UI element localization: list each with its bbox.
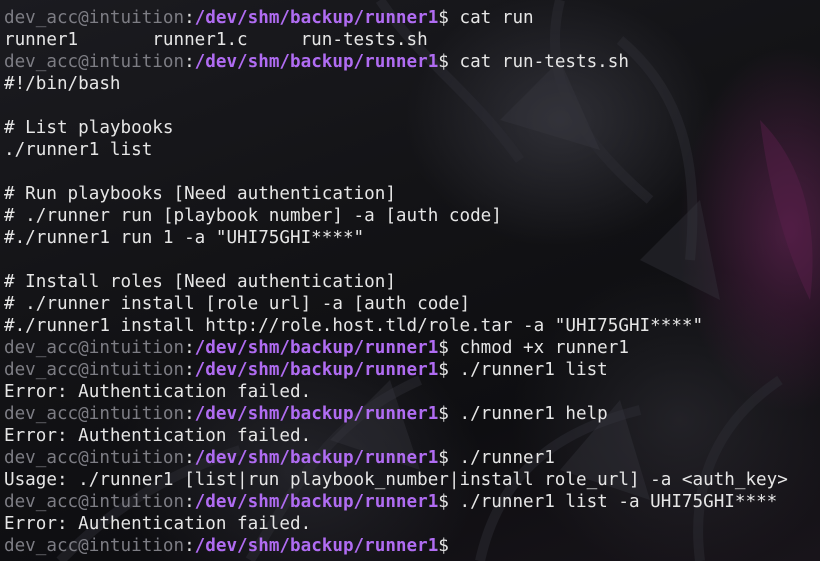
prompt-separator: : <box>184 448 195 468</box>
prompt-separator: : <box>184 52 195 72</box>
output-line: # Run playbooks [Need authentication] <box>4 183 788 205</box>
output-text: #./runner1 run 1 -a "UHI75GHI****" <box>4 228 365 248</box>
prompt-user-host: dev_acc@intuition <box>4 448 185 468</box>
prompt-symbol: $ <box>438 52 460 72</box>
output-line: Error: Authentication failed. <box>4 425 788 447</box>
command-text: ./runner1 <box>459 448 555 468</box>
terminal-window[interactable]: dev_acc@intuition:/dev/shm/backup/runner… <box>0 0 820 561</box>
prompt-symbol: $ <box>438 404 460 424</box>
output-line: # ./runner run [playbook number] -a [aut… <box>4 205 788 227</box>
output-text: runner1 runner1.c run-tests.sh <box>4 30 428 50</box>
command-text: cat run-tests.sh <box>459 52 629 72</box>
output-text: # Run playbooks [Need authentication] <box>4 184 396 204</box>
prompt-user-host: dev_acc@intuition <box>4 8 185 28</box>
output-text: #./runner1 install http://role.host.tld/… <box>4 316 704 336</box>
output-line: Error: Authentication failed. <box>4 381 788 403</box>
command-text: ./runner1 list <box>459 360 608 380</box>
prompt-path: /dev/shm/backup/runner1 <box>194 404 439 424</box>
prompt-user-host: dev_acc@intuition <box>4 52 185 72</box>
prompt-line: dev_acc@intuition:/dev/shm/backup/runner… <box>4 7 788 29</box>
prompt-line: dev_acc@intuition:/dev/shm/backup/runner… <box>4 359 788 381</box>
output-text: Error: Authentication failed. <box>4 514 312 534</box>
output-line: runner1 runner1.c run-tests.sh <box>4 29 788 51</box>
prompt-line: dev_acc@intuition:/dev/shm/backup/runner… <box>4 337 788 359</box>
output-line: # Install roles [Need authentication] <box>4 271 788 293</box>
prompt-line: dev_acc@intuition:/dev/shm/backup/runner… <box>4 403 788 425</box>
prompt-user-host: dev_acc@intuition <box>4 404 185 424</box>
prompt-separator: : <box>184 360 195 380</box>
terminal-output: dev_acc@intuition:/dev/shm/backup/runner… <box>4 7 788 557</box>
prompt-path: /dev/shm/backup/runner1 <box>194 360 439 380</box>
prompt-path: /dev/shm/backup/runner1 <box>194 338 439 358</box>
command-text: ./runner1 list -a UHI75GHI**** <box>459 492 778 512</box>
output-line: # List playbooks <box>4 117 788 139</box>
command-text: chmod +x runner1 <box>459 338 629 358</box>
output-text: Usage: ./runner1 [list|run playbook_numb… <box>4 470 788 490</box>
output-text: # ./runner install [role url] -a [auth c… <box>4 294 471 314</box>
prompt-separator: : <box>184 536 195 556</box>
prompt-user-host: dev_acc@intuition <box>4 536 185 556</box>
prompt-symbol: $ <box>438 8 460 28</box>
prompt-separator: : <box>184 492 195 512</box>
prompt-symbol: $ <box>438 360 460 380</box>
output-line: #./runner1 install http://role.host.tld/… <box>4 315 788 337</box>
output-text: #!/bin/bash <box>4 74 121 94</box>
output-text: Error: Authentication failed. <box>4 382 312 402</box>
prompt-path: /dev/shm/backup/runner1 <box>194 536 439 556</box>
prompt-line: dev_acc@intuition:/dev/shm/backup/runner… <box>4 447 788 469</box>
output-text: # Install roles [Need authentication] <box>4 272 396 292</box>
prompt-path: /dev/shm/backup/runner1 <box>194 52 439 72</box>
output-line: ./runner1 list <box>4 139 788 161</box>
prompt-separator: : <box>184 8 195 28</box>
prompt-separator: : <box>184 404 195 424</box>
prompt-separator: : <box>184 338 195 358</box>
output-text: Error: Authentication failed. <box>4 426 312 446</box>
output-line: # ./runner install [role url] -a [auth c… <box>4 293 788 315</box>
prompt-line: dev_acc@intuition:/dev/shm/backup/runner… <box>4 51 788 73</box>
output-text: # ./runner run [playbook number] -a [aut… <box>4 206 502 226</box>
prompt-symbol: $ <box>438 536 460 556</box>
output-text: # List playbooks <box>4 118 174 138</box>
output-line: Usage: ./runner1 [list|run playbook_numb… <box>4 469 788 491</box>
prompt-symbol: $ <box>438 338 460 358</box>
prompt-line: dev_acc@intuition:/dev/shm/backup/runner… <box>4 491 788 513</box>
prompt-symbol: $ <box>438 492 460 512</box>
prompt-path: /dev/shm/backup/runner1 <box>194 8 439 28</box>
prompt-path: /dev/shm/backup/runner1 <box>194 448 439 468</box>
command-text: ./runner1 help <box>459 404 608 424</box>
prompt-line: dev_acc@intuition:/dev/shm/backup/runner… <box>4 535 788 557</box>
command-text: cat run <box>459 8 534 28</box>
prompt-path: /dev/shm/backup/runner1 <box>194 492 439 512</box>
prompt-user-host: dev_acc@intuition <box>4 492 185 512</box>
output-line: Error: Authentication failed. <box>4 513 788 535</box>
output-line: #!/bin/bash <box>4 73 788 95</box>
prompt-user-host: dev_acc@intuition <box>4 338 185 358</box>
output-line: #./runner1 run 1 -a "UHI75GHI****" <box>4 227 788 249</box>
prompt-symbol: $ <box>438 448 460 468</box>
output-text: ./runner1 list <box>4 140 153 160</box>
prompt-user-host: dev_acc@intuition <box>4 360 185 380</box>
